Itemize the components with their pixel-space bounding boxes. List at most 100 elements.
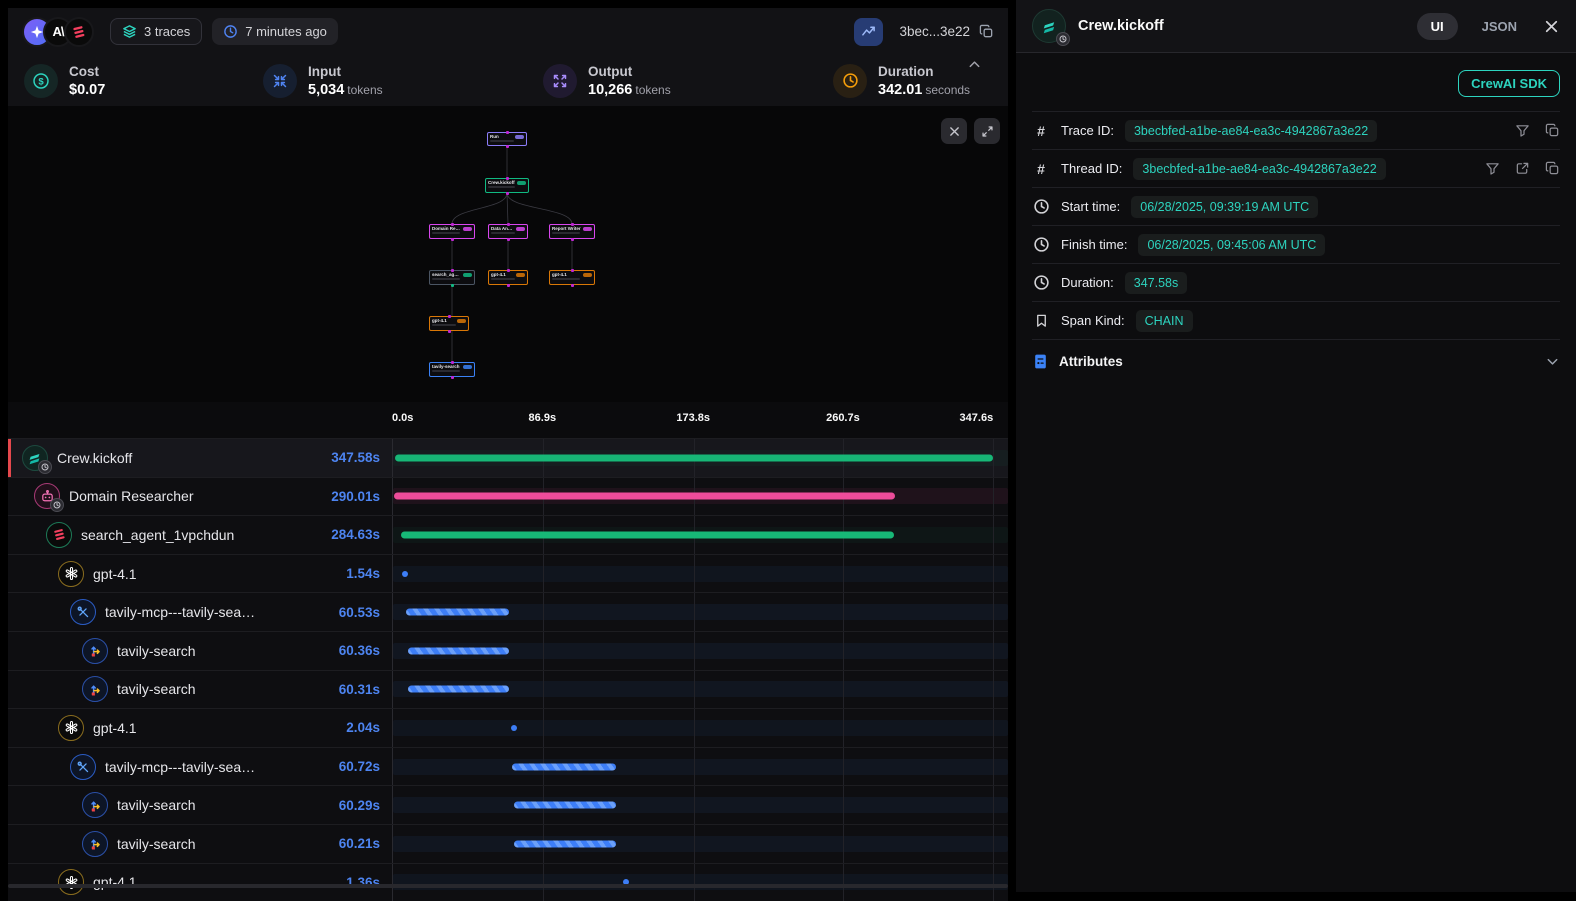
sdk-badge: CrewAI SDK (1458, 70, 1560, 97)
close-icon (1543, 18, 1560, 35)
detail-value[interactable]: CHAIN (1136, 310, 1193, 332)
detail-value[interactable]: 06/28/2025, 09:45:06 AM UTC (1138, 234, 1325, 256)
graph-node[interactable]: Report Writer (549, 224, 595, 239)
external-button[interactable] (1515, 161, 1530, 176)
gantt-track (392, 516, 1008, 554)
gantt-track (392, 632, 1008, 670)
graph-node-port (451, 376, 454, 379)
chevron-up-icon (967, 57, 982, 72)
crew-span-icon (1032, 9, 1066, 43)
span-label: Domain Researcher (69, 488, 322, 504)
graph-node-badge (516, 227, 525, 231)
trace-id-short[interactable]: 3bec...3e22 (899, 24, 970, 39)
span-row-tavily-mcp---tavily-sea-[interactable]: tavily-mcp---tavily-sea… 60.53s (8, 592, 1008, 631)
graph-node-port (448, 315, 451, 318)
openai-row-icon (58, 869, 84, 895)
stat-value: $0.07 (69, 82, 105, 98)
graph-node-badge (457, 319, 466, 323)
filter-button[interactable] (1485, 161, 1500, 176)
detail-row-duration: Duration: 347.58s (1032, 264, 1560, 302)
mcp-row-icon (70, 754, 96, 780)
tavily-arrows-icon (88, 836, 103, 851)
trace-graph[interactable]: Run Crew.kickoff Domain Researcher Data Ana… (8, 106, 1008, 402)
graph-node-port (506, 131, 509, 134)
axis-tick: 260.7s (826, 412, 860, 424)
tab-ui[interactable]: UI (1417, 13, 1458, 40)
detail-value[interactable]: 3becbfed-a1be-ae84-ea3c-4942867a3e22 (1125, 120, 1377, 142)
span-label: tavily-search (117, 797, 330, 813)
graph-node-badge (515, 135, 524, 139)
graph-node-port (571, 284, 574, 287)
span-row-gpt-4.1[interactable]: gpt-4.1 2.04s (8, 708, 1008, 747)
timeline-axis: 0.0s86.9s173.8s260.7s347.6s (8, 402, 1008, 438)
detail-value[interactable]: 347.58s (1125, 272, 1187, 294)
gantt-track (392, 439, 1008, 477)
span-row-tavily-search[interactable]: tavily-search 60.31s (8, 670, 1008, 709)
graph-node[interactable]: gpt-4.1 (549, 270, 595, 285)
span-label: tavily-search (117, 681, 330, 697)
traces-badge[interactable]: 3 traces (110, 18, 202, 45)
span-duration: 60.36s (339, 643, 380, 658)
graph-node[interactable]: gpt-4.1 (429, 316, 469, 331)
span-detail-panel: Crew.kickoff UI JSON CrewAI SDK # Trace … (1016, 0, 1576, 892)
chevron-down-icon[interactable] (1545, 354, 1560, 369)
span-row-tavily-search[interactable]: tavily-search 60.21s (8, 824, 1008, 863)
graph-node[interactable]: Domain Researcher (429, 224, 475, 239)
graph-node-port (571, 269, 574, 272)
document-icon (1032, 353, 1049, 370)
tools-icon (76, 605, 90, 619)
detail-row-finish-time: Finish time: 06/28/2025, 09:45:06 AM UTC (1032, 226, 1560, 264)
graph-node[interactable]: search_agent_1vpchdun (429, 270, 475, 285)
gantt-track (392, 748, 1008, 786)
clock-subbadge (38, 460, 52, 474)
span-row-tavily-search[interactable]: tavily-search 60.36s (8, 631, 1008, 670)
graph-node[interactable]: Data Analyst (488, 224, 528, 239)
detail-label: Thread ID: (1061, 161, 1122, 176)
openai-icon (64, 566, 79, 581)
graph-node-badge (463, 227, 472, 231)
trend-icon (861, 24, 876, 39)
copy-trace-id-button[interactable] (979, 24, 994, 39)
graph-node[interactable]: Crew.kickoff (485, 178, 529, 193)
span-row-crew.kickoff[interactable]: Crew.kickoff 347.58s (8, 438, 1008, 477)
hash-icon: # (1032, 123, 1050, 139)
span-row-gpt-4.1[interactable]: gpt-4.1 1.36s (8, 863, 1008, 901)
collapse-stats-button[interactable] (967, 57, 982, 72)
openai-row-icon (58, 715, 84, 741)
span-row-gpt-4.1[interactable]: gpt-4.1 1.54s (8, 554, 1008, 593)
copy-button[interactable] (1545, 161, 1560, 176)
provider-avatars: A\ (22, 17, 94, 47)
span-row-search-agent-1vpchdun[interactable]: search_agent_1vpchdun 284.63s (8, 515, 1008, 554)
detail-value[interactable]: 06/28/2025, 09:39:19 AM UTC (1131, 196, 1318, 218)
span-row-tavily-mcp---tavily-sea-[interactable]: tavily-mcp---tavily-sea… 60.72s (8, 747, 1008, 786)
stat-value: 10,266 (588, 82, 632, 98)
detail-label: Span Kind: (1061, 313, 1125, 328)
graph-expand-button[interactable] (974, 118, 1000, 144)
filter-button[interactable] (1515, 123, 1530, 138)
graph-node[interactable]: gpt-4.1 (488, 270, 528, 285)
span-row-tavily-search[interactable]: tavily-search 60.29s (8, 785, 1008, 824)
detail-value[interactable]: 3becbfed-a1be-ae84-ea3c-4942867a3e22 (1133, 158, 1385, 180)
span-row-domain-researcher[interactable]: Domain Researcher 290.01s (8, 477, 1008, 516)
graph-close-button[interactable] (941, 118, 967, 144)
copy-button[interactable] (1545, 123, 1560, 138)
hash-icon: # (1032, 161, 1050, 177)
horizontal-scrollbar[interactable] (8, 884, 1008, 888)
attributes-section-header[interactable]: Attributes (1032, 340, 1560, 382)
span-label: search_agent_1vpchdun (81, 527, 322, 543)
graph-node[interactable]: tavily-search (429, 362, 475, 377)
stat-unit: seconds (925, 83, 970, 97)
graph-node-label: Data Analyst (491, 226, 514, 231)
tab-json[interactable]: JSON (1482, 19, 1517, 34)
crewai-avatar (64, 17, 94, 47)
chart-button[interactable] (854, 18, 883, 46)
panel-close-button[interactable] (1543, 18, 1560, 35)
graph-node[interactable]: Run (487, 132, 527, 146)
axis-tick: 347.6s (960, 412, 994, 424)
stat-label: Input (308, 64, 341, 79)
copy-icon (1545, 161, 1560, 176)
span-duration: 60.72s (339, 759, 380, 774)
detail-row-start-time: Start time: 06/28/2025, 09:39:19 AM UTC (1032, 188, 1560, 226)
time-ago-badge[interactable]: 7 minutes ago (212, 18, 338, 45)
panel-title: Crew.kickoff (1078, 18, 1405, 34)
